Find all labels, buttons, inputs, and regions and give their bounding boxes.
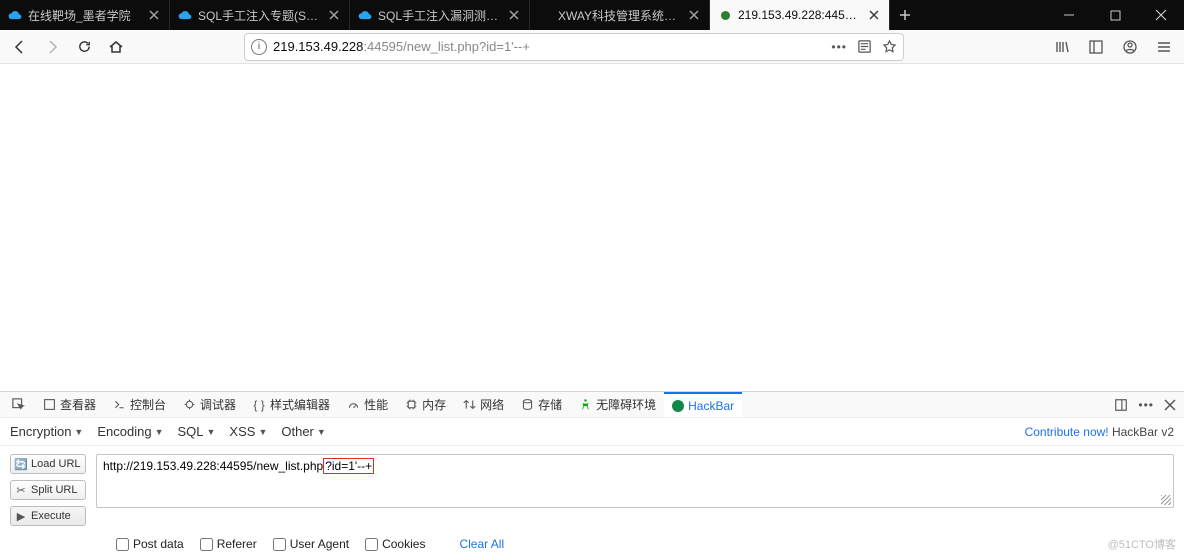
maximize-button[interactable] [1092, 0, 1138, 30]
page-content [0, 64, 1184, 391]
cloud-icon [8, 8, 22, 22]
hackbar-url-highlight: ?id=1'--+ [323, 458, 374, 474]
site-identity-icon[interactable]: i [251, 39, 267, 55]
url-host: 219.153.49.228 [273, 39, 363, 54]
app-menu-icon[interactable] [1150, 33, 1178, 61]
devtools-tab-inspector[interactable]: 查看器 [34, 392, 104, 417]
cloud-icon [358, 8, 372, 22]
resize-grip-icon[interactable] [1161, 495, 1171, 505]
meatball-icon[interactable]: ••• [831, 40, 847, 54]
hackbar-menu-sql[interactable]: SQL▼ [177, 424, 215, 439]
tab-2[interactable]: SQL手工注入漏洞测试(MySQL [350, 0, 530, 30]
forward-button[interactable] [38, 33, 66, 61]
hackbar-opt-useragent[interactable]: User Agent [273, 537, 349, 551]
hackbar-body: 🔄Load URL ✂Split URL ▶Execute http://219… [0, 446, 1184, 532]
load-icon: 🔄 [15, 458, 27, 470]
back-button[interactable] [6, 33, 34, 61]
hackbar-menu-encoding[interactable]: Encoding▼ [97, 424, 163, 439]
close-icon[interactable] [147, 8, 161, 22]
devtools-tab-console[interactable]: 控制台 [104, 392, 174, 417]
devtools-tab-network[interactable]: 网络 [454, 392, 512, 417]
tab-3[interactable]: XWAY科技管理系统V3.0 [530, 0, 710, 30]
devtools-pick-element[interactable] [4, 392, 34, 417]
tab-4[interactable]: 219.153.49.228:44595/new_list.p [710, 0, 890, 30]
meatball-icon[interactable]: ••• [1138, 398, 1154, 412]
hackbar-toolbar: Encryption▼ Encoding▼ SQL▼ XSS▼ Other▼ C… [0, 418, 1184, 446]
hackbar-clear-all[interactable]: Clear All [459, 537, 504, 551]
tab-1[interactable]: SQL手工注入专题(SQL Injecti [170, 0, 350, 30]
close-icon[interactable] [507, 8, 521, 22]
hackbar-contribute-link[interactable]: Contribute now! [1025, 425, 1109, 439]
devtools-tab-memory[interactable]: 内存 [396, 392, 454, 417]
close-icon[interactable] [1164, 399, 1176, 411]
close-window-button[interactable] [1138, 0, 1184, 30]
url-text[interactable]: 219.153.49.228:44595/new_list.php?id=1'-… [273, 39, 825, 54]
dot-favicon [718, 8, 732, 22]
reader-icon[interactable] [857, 39, 872, 54]
hackbar-opt-cookies[interactable]: Cookies [365, 537, 425, 551]
tab-title: XWAY科技管理系统V3.0 [558, 7, 681, 24]
split-icon: ✂ [15, 484, 27, 496]
reload-button[interactable] [70, 33, 98, 61]
play-icon: ▶ [15, 510, 27, 522]
devtools-panel: 查看器 控制台 调试器 { }样式编辑器 性能 内存 网络 存储 无障碍环境 H… [0, 391, 1184, 558]
hackbar-menu-xss[interactable]: XSS▼ [229, 424, 267, 439]
url-path: :44595/new_list.php?id=1'--+ [363, 39, 530, 54]
browser-tab-strip: 在线靶场_墨者学院 SQL手工注入专题(SQL Injecti SQL手工注入漏… [0, 0, 1184, 30]
sidebar-icon[interactable] [1082, 33, 1110, 61]
close-icon[interactable] [687, 8, 701, 22]
hackbar-opt-referer[interactable]: Referer [200, 537, 257, 551]
hackbar-execute-button[interactable]: ▶Execute [10, 506, 86, 526]
devtools-tab-accessibility[interactable]: 无障碍环境 [570, 392, 664, 417]
hackbar-menu-other[interactable]: Other▼ [281, 424, 325, 439]
hackbar-url-prefix: http://219.153.49.228:44595/new_list.php [103, 459, 323, 473]
window-controls [1046, 0, 1184, 30]
url-bar[interactable]: i 219.153.49.228:44595/new_list.php?id=1… [244, 33, 904, 61]
devtools-dock-icon[interactable] [1114, 398, 1128, 412]
home-button[interactable] [102, 33, 130, 61]
minimize-button[interactable] [1046, 0, 1092, 30]
devtools-tab-performance[interactable]: 性能 [338, 392, 396, 417]
star-icon[interactable] [882, 39, 897, 54]
tab-title: SQL手工注入漏洞测试(MySQL [378, 7, 501, 24]
navigation-toolbar: i 219.153.49.228:44595/new_list.php?id=1… [0, 30, 1184, 64]
devtools-tabstrip: 查看器 控制台 调试器 { }样式编辑器 性能 内存 网络 存储 无障碍环境 H… [0, 392, 1184, 418]
hackbar-url-input[interactable]: http://219.153.49.228:44595/new_list.php… [96, 454, 1174, 508]
tab-title: 219.153.49.228:44595/new_list.p [738, 8, 861, 22]
cloud-icon [178, 8, 192, 22]
hackbar-brand: HackBar v2 [1112, 425, 1174, 439]
hackbar-opt-postdata[interactable]: Post data [116, 537, 184, 551]
tab-title: SQL手工注入专题(SQL Injecti [198, 7, 321, 24]
hackbar-split-url-button[interactable]: ✂Split URL [10, 480, 86, 500]
hackbar-menu-encryption[interactable]: Encryption▼ [10, 424, 83, 439]
close-icon[interactable] [327, 8, 341, 22]
hackbar-dot-icon [672, 400, 684, 412]
hackbar-options-row: Post data Referer User Agent Cookies Cle… [0, 532, 1184, 558]
watermark-text: @51CTO博客 [1108, 536, 1176, 552]
blank-favicon [538, 8, 552, 22]
tab-0[interactable]: 在线靶场_墨者学院 [0, 0, 170, 30]
account-icon[interactable] [1116, 33, 1144, 61]
devtools-tab-debugger[interactable]: 调试器 [174, 392, 244, 417]
close-icon[interactable] [867, 8, 881, 22]
devtools-tab-storage[interactable]: 存储 [512, 392, 570, 417]
devtools-tab-style[interactable]: { }样式编辑器 [244, 392, 338, 417]
hackbar-load-url-button[interactable]: 🔄Load URL [10, 454, 86, 474]
library-icon[interactable] [1048, 33, 1076, 61]
new-tab-button[interactable] [890, 0, 920, 30]
devtools-tab-hackbar[interactable]: HackBar [664, 392, 742, 417]
tab-title: 在线靶场_墨者学院 [28, 7, 141, 24]
